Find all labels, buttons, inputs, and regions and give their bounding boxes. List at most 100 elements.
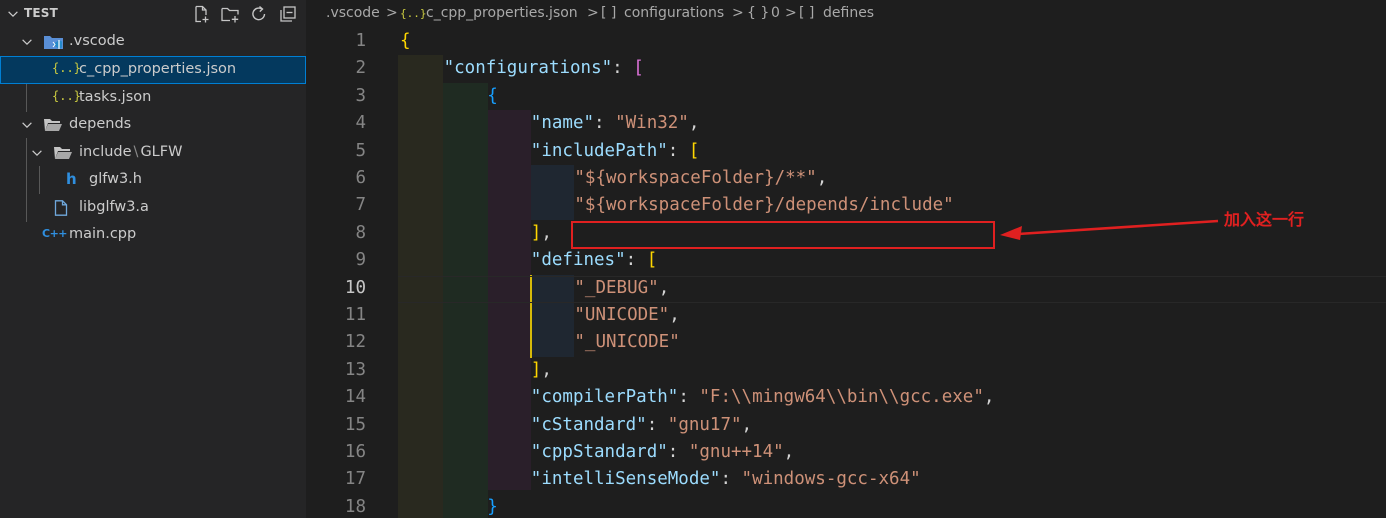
tree-item-label: c_cpp_properties.json	[79, 61, 237, 77]
code-token: {	[400, 31, 411, 51]
code-line[interactable]: 2 "configurations": [	[306, 55, 1386, 82]
code-token: :	[667, 442, 689, 462]
tree-folder-include-glfw[interactable]: include \ GLFW	[0, 139, 306, 167]
chevron-down-icon[interactable]	[6, 7, 20, 21]
folder-segment-include: include	[79, 144, 132, 160]
line-number: 18	[344, 496, 366, 517]
code-line[interactable]: 12 "_UNICODE"	[306, 329, 1386, 356]
code-token: [	[633, 58, 644, 79]
code-token: ]	[530, 222, 542, 243]
explorer-header[interactable]: TEST	[0, 0, 306, 28]
tree-file-c-cpp-properties[interactable]: {..} c_cpp_properties.json	[0, 56, 306, 84]
code-line[interactable]: 15 "cStandard": "gnu17",	[306, 412, 1386, 439]
code-line[interactable]: 13],	[306, 357, 1386, 384]
annotation-arrow	[1000, 219, 1219, 240]
code-text: "includePath": [	[531, 141, 700, 161]
code-token: [	[688, 140, 700, 161]
code-text: }	[487, 497, 498, 517]
code-token: "${workspaceFolder}/**"	[574, 168, 817, 188]
breadcrumb-item-index[interactable]: 0	[771, 5, 780, 21]
code-line[interactable]: 6 "${workspaceFolder}/**",	[306, 165, 1386, 192]
tree-folder-vscode[interactable]: .vscode	[0, 28, 306, 56]
code-text: "compilerPath": "F:\\mingw64\\bin\\gcc.e…	[531, 387, 995, 407]
tree-folder-depends[interactable]: depends	[0, 111, 306, 139]
code-token: "windows-gcc-x64"	[741, 469, 921, 490]
chevron-down-icon[interactable]	[20, 35, 34, 49]
vscode-folder-icon	[44, 36, 63, 49]
code-token: ,	[816, 168, 828, 188]
code-text: {	[487, 86, 498, 106]
code-token: ]	[530, 359, 542, 380]
code-line[interactable]: 14 "compilerPath": "F:\\mingw64\\bin\\gcc…	[306, 384, 1386, 411]
code-text: "intelliSenseMode": "windows-gcc-x64"	[531, 469, 921, 489]
code-token: :	[720, 469, 742, 490]
code-token: "_DEBUG"	[574, 277, 659, 298]
tree-file-libglfw3-a[interactable]: libglfw3.a	[0, 194, 306, 222]
code-token: "_UNICODE"	[574, 332, 680, 353]
code-token: [	[646, 250, 658, 271]
line-number: 1	[355, 31, 366, 51]
breadcrumb-item-configurations[interactable]: configurations	[624, 5, 724, 21]
tree-file-glfw3-h[interactable]: h glfw3.h	[0, 166, 306, 194]
breadcrumb-item-vscode[interactable]: .vscode	[326, 5, 380, 21]
code-token: ,	[741, 414, 753, 435]
line-number: 5	[355, 140, 366, 161]
array-icon: [ ]	[799, 5, 815, 21]
line-number: 3	[355, 85, 366, 106]
line-number: 4	[355, 113, 366, 134]
code-line[interactable]: 17 "intelliSenseMode": "windows-gcc-x64"	[306, 466, 1386, 493]
code-text: {	[400, 31, 411, 51]
chevron-down-icon[interactable]	[30, 146, 44, 160]
annotation-label: 加入这一行	[1224, 210, 1305, 229]
json-file-icon: {..}	[400, 7, 427, 20]
collapse-all-icon[interactable]	[278, 4, 298, 24]
object-icon: { }	[747, 5, 770, 21]
json-file-icon: {..}	[52, 61, 81, 75]
code-line[interactable]: 3{	[306, 83, 1386, 110]
tree-file-main-cpp[interactable]: C++ main.cpp	[0, 221, 306, 249]
line-number: 11	[344, 305, 366, 325]
code-token: "intelliSenseMode"	[530, 469, 721, 490]
code-line[interactable]: 16 "cppStandard": "gnu++14",	[306, 439, 1386, 466]
code-token: "Win32"	[615, 113, 689, 134]
tree-item-label: libglfw3.a	[79, 199, 149, 215]
line-number: 14	[344, 387, 366, 408]
code-token: "defines"	[530, 250, 626, 271]
tree-item-label: glfw3.h	[89, 171, 142, 187]
breadcrumb-item-file[interactable]: c_cpp_properties.json	[426, 5, 578, 21]
code-token: ,	[983, 387, 995, 408]
code-token: {	[487, 85, 498, 106]
tree-item-label: main.cpp	[69, 226, 137, 242]
code-token: :	[678, 387, 700, 408]
folder-open-icon	[54, 147, 72, 159]
refresh-icon[interactable]	[249, 4, 269, 24]
folder-segment-glfw: GLFW	[140, 144, 183, 160]
code-line[interactable]: 18}	[306, 494, 1386, 518]
folder-open-icon	[44, 119, 62, 131]
explorer-sidebar: TEST .vscode {..} c_cpp_properties.json …	[0, 0, 306, 518]
line-number: 2	[355, 58, 366, 79]
code-token: ,	[541, 359, 552, 380]
code-line[interactable]: 10 "_DEBUG",	[306, 275, 1386, 302]
tree-item-label: .vscode	[69, 33, 125, 49]
chevron-down-icon[interactable]	[20, 118, 34, 132]
code-line[interactable]: 5 "includePath": [	[306, 138, 1386, 165]
tree-file-tasks-json[interactable]: {..} tasks.json	[0, 84, 306, 112]
code-editor[interactable]: 1{2 "configurations": [3{4 "name": "Win32"…	[306, 28, 1386, 518]
code-text: ],	[531, 360, 552, 380]
code-line[interactable]: 11 "UNICODE",	[306, 302, 1386, 329]
line-number: 13	[344, 359, 366, 380]
line-number: 10	[344, 277, 366, 298]
code-line[interactable]: 4 "name": "Win32",	[306, 110, 1386, 137]
annotation-highlight-box	[571, 221, 995, 249]
breadcrumb-separator: >	[785, 5, 797, 21]
new-folder-icon[interactable]	[220, 4, 240, 24]
cpp-file-icon: C++	[42, 227, 68, 240]
breadcrumb-item-defines[interactable]: defines	[823, 5, 874, 21]
code-line[interactable]: 1{	[306, 28, 1386, 55]
line-number: 6	[355, 168, 366, 188]
tree-item-label: depends	[69, 116, 132, 132]
code-text: ],	[531, 223, 552, 243]
new-file-icon[interactable]	[191, 4, 211, 24]
editor-pane: .vscode > {..} c_cpp_properties.json > […	[306, 0, 1386, 518]
